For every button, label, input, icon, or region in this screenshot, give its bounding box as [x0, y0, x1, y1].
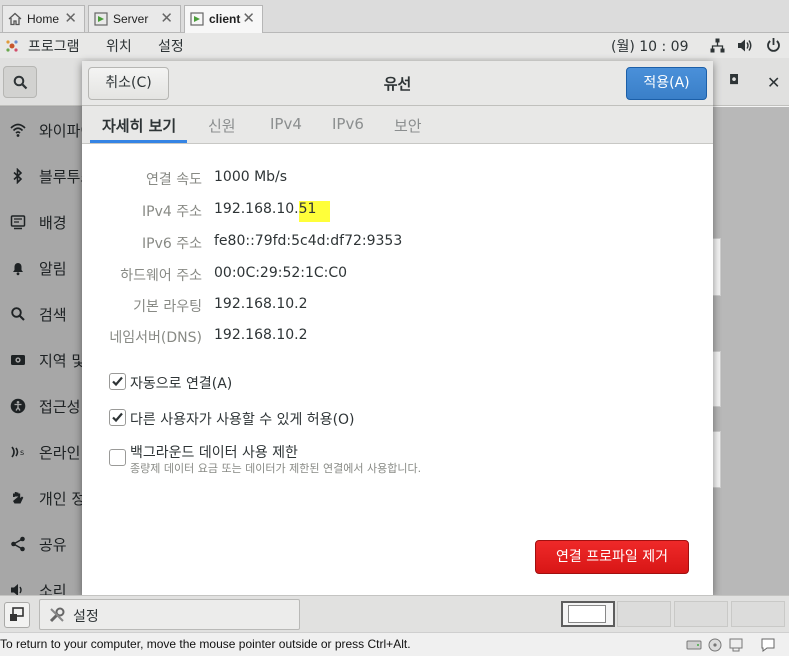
content-frame: [713, 351, 721, 407]
restrict-background-data-checkbox[interactable]: [109, 449, 126, 466]
auto-connect-checkbox[interactable]: [109, 373, 126, 390]
content-frame: [713, 238, 721, 296]
message-icon[interactable]: [760, 637, 776, 653]
vm-tab-bar: Home ✕ Server ✕ client ✕: [0, 0, 789, 33]
restrict-background-data-description: 종량제 데이터 요금 또는 데이터가 제한된 연결에서 사용합니다.: [130, 462, 422, 475]
ipv6-address-value: fe80::79fd:5c4d:df72:9353: [214, 233, 403, 249]
dns-label: 네임서버(DNS): [109, 330, 202, 346]
tab-security[interactable]: 보안: [394, 115, 422, 136]
workspace-2[interactable]: [617, 601, 671, 627]
taskbar-item-label: 설정: [73, 609, 99, 625]
hardware-address-label: 하드웨어 주소: [120, 268, 202, 284]
auto-connect-label[interactable]: 자동으로 연결(A): [130, 373, 232, 393]
maximize-icon[interactable]: ◘: [729, 73, 739, 88]
vm-tab-home[interactable]: Home ✕: [2, 5, 85, 32]
allow-other-users-checkbox[interactable]: [109, 409, 126, 426]
search-icon: [13, 75, 28, 90]
remove-connection-profile-button[interactable]: 연결 프로파일 제거: [535, 540, 689, 574]
close-icon[interactable]: ✕: [767, 73, 780, 92]
close-icon[interactable]: ✕: [64, 9, 77, 27]
close-icon[interactable]: ✕: [160, 9, 173, 27]
vm-tab-label: Server: [113, 12, 149, 26]
vm-tab-label: client: [209, 12, 241, 26]
vm-icon: [190, 12, 204, 26]
default-route-label: 기본 라우팅: [133, 299, 202, 315]
volume-icon[interactable]: [737, 38, 753, 53]
search-button[interactable]: [3, 66, 37, 98]
checkmark-icon: [112, 376, 123, 387]
close-icon[interactable]: ✕: [242, 9, 255, 27]
tab-details[interactable]: 자세히 보기: [102, 115, 176, 136]
taskbar-item-settings[interactable]: 설정: [39, 599, 300, 630]
network-adapter-icon[interactable]: [728, 637, 744, 653]
dialog-tab-bar: 자세히 보기 신원 IPv4 IPv6 보안: [82, 106, 713, 144]
applications-menu[interactable]: 프로그램: [28, 36, 80, 56]
workspace-3[interactable]: [674, 601, 728, 627]
show-desktop-button[interactable]: [4, 602, 30, 628]
link-speed-value: 1000 Mb/s: [214, 169, 288, 185]
home-icon: [8, 12, 22, 26]
vm-status-bar: To return to your computer, move the mou…: [0, 632, 789, 656]
vm-tab-server[interactable]: Server ✕: [88, 5, 181, 32]
hardware-address-value: 00:0C:29:52:1C:C0: [214, 265, 348, 281]
restrict-background-data-label[interactable]: 백그라운드 데이터 사용 제한: [130, 442, 298, 462]
clock[interactable]: (월) 10 : 09: [611, 36, 689, 56]
settings-tools-icon: [49, 607, 65, 623]
ipv4-address-highlight: 51: [298, 201, 331, 222]
link-speed-label: 연결 속도: [146, 172, 202, 188]
status-message: To return to your computer, move the mou…: [0, 637, 411, 651]
vm-tab-client[interactable]: client ✕: [184, 5, 263, 33]
network-icon[interactable]: [710, 38, 725, 53]
modal-dim-overlay: [0, 106, 82, 595]
vm-tab-label: Home: [27, 12, 60, 26]
ipv4-address-value: 192.168.10.51: [214, 201, 331, 222]
tab-ipv6[interactable]: IPv6: [332, 115, 364, 133]
tab-identity[interactable]: 신원: [208, 115, 236, 136]
top-bar: 프로그램 위치 설정 (월) 10 : 09: [0, 33, 789, 58]
applications-icon: [6, 40, 18, 52]
places-menu[interactable]: 위치: [106, 36, 132, 56]
dialog-headerbar: 취소(C) 유선 적용(A): [82, 61, 713, 106]
vm-icon: [94, 12, 108, 26]
settings-menu[interactable]: 설정: [158, 36, 184, 56]
wired-connection-dialog: 취소(C) 유선 적용(A) 자세히 보기 신원 IPv4 IPv6 보안 연결…: [82, 61, 713, 595]
settings-content-edge: [713, 107, 789, 595]
power-icon[interactable]: [766, 37, 781, 53]
allow-other-users-label[interactable]: 다른 사용자가 사용할 수 있게 허용(O): [130, 409, 355, 429]
hard-disk-icon[interactable]: [686, 637, 702, 653]
workspace-1[interactable]: [561, 601, 615, 627]
ipv4-address-prefix: 192.168.10.: [214, 201, 299, 217]
ipv4-address-label: IPv4 주소: [142, 204, 202, 220]
desktop-icon: [10, 607, 24, 621]
bottom-taskbar: 설정: [0, 595, 789, 632]
dialog-title: 유선: [383, 75, 412, 93]
cd-drive-icon[interactable]: [707, 637, 723, 653]
content-frame: [713, 431, 721, 488]
tab-ipv4[interactable]: IPv4: [270, 115, 302, 133]
active-tab-indicator: [90, 140, 187, 143]
apply-button[interactable]: 적용(A): [626, 67, 707, 100]
default-route-value: 192.168.10.2: [214, 296, 308, 312]
checkmark-icon: [112, 412, 123, 423]
dns-value: 192.168.10.2: [214, 327, 308, 343]
workspace-4[interactable]: [731, 601, 785, 627]
ipv6-address-label: IPv6 주소: [142, 236, 202, 252]
